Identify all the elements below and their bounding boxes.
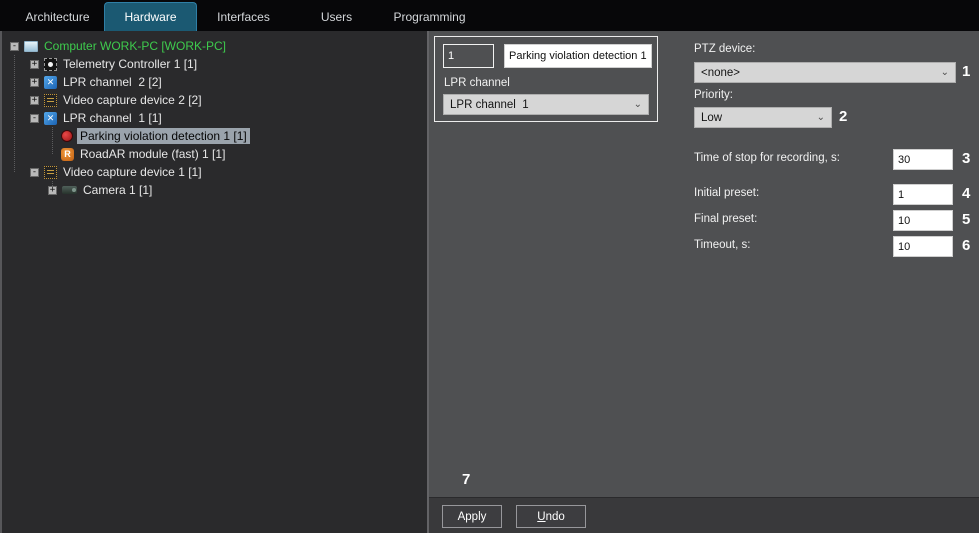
collapse-icon[interactable]: -: [30, 167, 39, 177]
tree-row-parking-violation[interactable]: Parking violation detection 1 [1]: [2, 127, 427, 145]
step-marker-4: 4: [962, 185, 971, 202]
stop-recording-input[interactable]: [893, 149, 953, 170]
step-marker-6: 6: [962, 237, 971, 254]
tree-row-computer[interactable]: - Computer WORK-PC [WORK-PC]: [2, 37, 427, 55]
timeout-input[interactable]: [893, 236, 953, 257]
tree-row-roadar-module[interactable]: R RoadAR module (fast) 1 [1]: [2, 145, 427, 163]
step-marker-3: 3: [962, 150, 971, 167]
tab-programming[interactable]: Programming: [383, 2, 476, 31]
stop-recording-label: Time of stop for recording, s:: [694, 152, 840, 164]
hardware-tree-panel: - Computer WORK-PC [WORK-PC] + Telemetry…: [0, 31, 429, 533]
priority-dropdown-value: Low: [701, 111, 723, 124]
undo-button[interactable]: Undo: [516, 505, 586, 528]
tab-architecture[interactable]: Architecture: [11, 2, 104, 31]
tab-users[interactable]: Users: [290, 2, 383, 31]
video-capture-device-icon: [44, 93, 57, 107]
collapse-icon[interactable]: -: [10, 41, 19, 51]
ptz-device-label: PTZ device:: [694, 43, 756, 55]
step-marker-1: 1: [962, 63, 971, 80]
expand-icon[interactable]: +: [30, 77, 39, 87]
lpr-channel-icon: ✕: [44, 75, 57, 89]
computer-icon: [24, 40, 38, 52]
roadar-module-icon: R: [61, 147, 74, 161]
parking-violation-icon: [61, 130, 73, 142]
tree-item-label[interactable]: Computer WORK-PC [WORK-PC]: [44, 39, 226, 53]
expand-icon[interactable]: +: [30, 95, 39, 105]
tree-item-label[interactable]: Telemetry Controller 1 [1]: [63, 57, 197, 71]
step-marker-5: 5: [962, 211, 971, 228]
tree-row-lpr-channel-2[interactable]: + ✕ LPR channel 2 [2]: [2, 73, 427, 91]
settings-panel: 1 LPR channel LPR channel 1 ⌄ PTZ device…: [429, 31, 979, 533]
top-tab-bar: Architecture Hardware Interfaces Users P…: [0, 0, 979, 31]
telemetry-controller-icon: [44, 57, 57, 71]
undo-button-label-rest: ndo: [545, 510, 565, 523]
object-name-input[interactable]: [504, 44, 652, 68]
camera-icon: [62, 186, 77, 194]
priority-label: Priority:: [694, 89, 733, 101]
tree-row-camera-1[interactable]: + Camera 1 [1]: [2, 181, 427, 199]
tree-row-telemetry-controller[interactable]: + Telemetry Controller 1 [1]: [2, 55, 427, 73]
chevron-down-icon: ⌄: [940, 66, 949, 78]
priority-dropdown[interactable]: Low ⌄: [694, 107, 832, 128]
lpr-channel-dropdown-value: LPR channel 1: [450, 98, 529, 111]
initial-preset-input[interactable]: [893, 184, 953, 205]
collapse-icon[interactable]: -: [30, 113, 39, 123]
expand-icon[interactable]: +: [30, 59, 39, 69]
tree-item-label-selected[interactable]: Parking violation detection 1 [1]: [77, 128, 250, 144]
ptz-device-dropdown-value: <none>: [701, 66, 741, 79]
tree-row-video-capture-1[interactable]: - Video capture device 1 [1]: [2, 163, 427, 181]
tab-interfaces[interactable]: Interfaces: [197, 2, 290, 31]
tree-row-lpr-channel-1[interactable]: - ✕ LPR channel 1 [1]: [2, 109, 427, 127]
lpr-channel-icon: ✕: [44, 111, 57, 125]
chevron-down-icon: ⌄: [816, 111, 825, 123]
tree-row-video-capture-2[interactable]: + Video capture device 2 [2]: [2, 91, 427, 109]
final-preset-label: Final preset:: [694, 213, 758, 225]
tree-item-label[interactable]: Camera 1 [1]: [83, 183, 152, 197]
step-marker-7: 7: [462, 471, 471, 488]
tree-item-label[interactable]: LPR channel 2 [2]: [63, 75, 162, 89]
lpr-channel-dropdown[interactable]: LPR channel 1 ⌄: [443, 94, 649, 115]
expand-icon[interactable]: +: [48, 185, 57, 195]
object-identity-groupbox: 1 LPR channel LPR channel 1 ⌄: [434, 36, 658, 122]
video-capture-device-icon: [44, 165, 57, 179]
initial-preset-label: Initial preset:: [694, 187, 760, 199]
undo-button-accesskey: U: [537, 510, 546, 523]
apply-button[interactable]: Apply: [442, 505, 502, 528]
tree-item-label[interactable]: Video capture device 1 [1]: [63, 165, 202, 179]
timeout-label: Timeout, s:: [694, 239, 751, 251]
object-id-field[interactable]: 1: [443, 44, 494, 68]
lpr-channel-label: LPR channel: [444, 77, 510, 89]
step-marker-2: 2: [839, 108, 848, 125]
action-bar: Apply Undo: [429, 497, 979, 533]
application-window: Architecture Hardware Interfaces Users P…: [0, 0, 979, 533]
tree-item-label[interactable]: LPR channel 1 [1]: [63, 111, 162, 125]
ptz-device-dropdown[interactable]: <none> ⌄: [694, 62, 956, 83]
tree-item-label[interactable]: RoadAR module (fast) 1 [1]: [80, 147, 225, 161]
main-split: - Computer WORK-PC [WORK-PC] + Telemetry…: [0, 31, 979, 533]
tree-item-label[interactable]: Video capture device 2 [2]: [63, 93, 202, 107]
tab-hardware[interactable]: Hardware: [104, 2, 197, 31]
final-preset-input[interactable]: [893, 210, 953, 231]
chevron-down-icon: ⌄: [633, 98, 642, 110]
